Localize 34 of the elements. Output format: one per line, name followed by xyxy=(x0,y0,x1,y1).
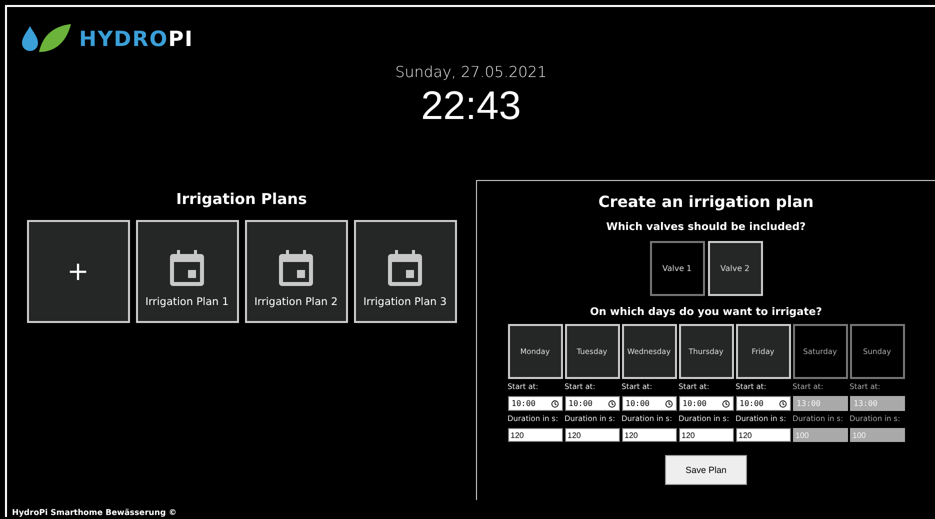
calendar-icon xyxy=(279,250,313,286)
clock-icon xyxy=(722,400,730,408)
clock-icon xyxy=(664,400,672,408)
question-text: Which valves should be included? xyxy=(606,221,806,233)
duration-field[interactable]: 120 xyxy=(736,428,790,442)
duration-field[interactable]: 120 xyxy=(622,428,676,442)
logo-text: HYDRO xyxy=(79,27,168,51)
question-text: On which days do you want to irrigate? xyxy=(590,306,822,318)
valve-toggle[interactable]: Valve 2 xyxy=(708,241,762,296)
calendar-icon xyxy=(170,250,204,286)
duration-field[interactable]: 120 xyxy=(564,428,620,442)
calendar-icon xyxy=(388,250,422,286)
duration-field[interactable]: 120 xyxy=(508,428,562,442)
time-field[interactable]: 10:00 xyxy=(622,396,676,411)
form-title: Create an irrigation plan xyxy=(598,193,814,211)
date-text: Sunday, 27.05.2021 xyxy=(395,63,547,81)
time-field[interactable]: 10:00 xyxy=(508,396,562,411)
clock-icon xyxy=(778,400,786,408)
section-title: Irrigation Plans xyxy=(176,190,307,208)
duration-field[interactable]: 120 xyxy=(678,428,734,442)
time-field[interactable]: 10:00 xyxy=(736,396,790,411)
time-field[interactable]: 10:00 xyxy=(564,396,620,411)
clock-icon xyxy=(550,400,558,408)
save-button[interactable]: Save Plan xyxy=(665,455,747,485)
logo-text: PI xyxy=(168,27,194,51)
time-field[interactable]: 10:00 xyxy=(678,396,734,411)
add-plan-button[interactable]: + xyxy=(26,220,130,323)
plan-tile[interactable]: Irrigation Plan 2 xyxy=(244,220,348,323)
clock-icon xyxy=(608,400,616,408)
clock-time: 22:43 xyxy=(420,83,522,129)
plan-tile[interactable]: Irrigation Plan 3 xyxy=(354,220,456,323)
valve-toggle[interactable]: Valve 1 xyxy=(650,241,704,296)
footer-text: HydroPi Smarthome Bewässerung © xyxy=(12,508,178,517)
plan-tile[interactable]: Irrigation Plan 1 xyxy=(136,220,238,323)
